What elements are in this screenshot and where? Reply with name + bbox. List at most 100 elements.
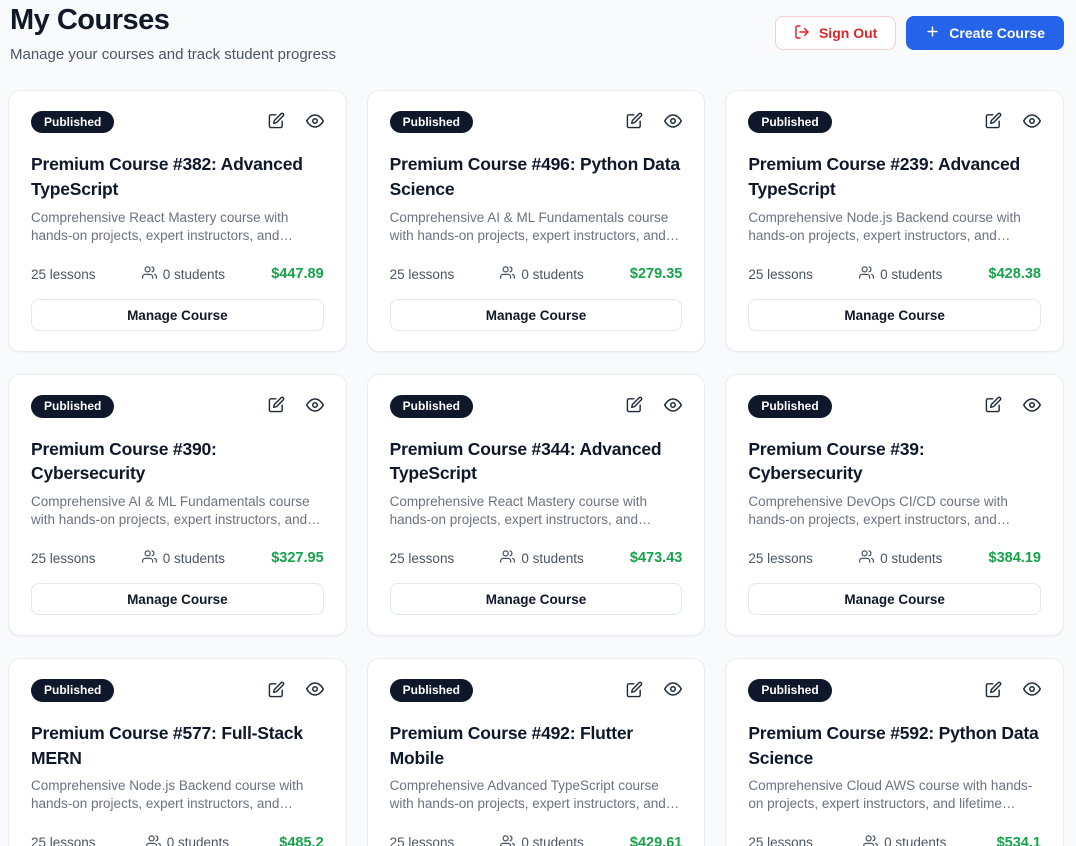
preview-course-button[interactable] xyxy=(664,396,683,417)
lessons-count: 25 lessons xyxy=(389,266,455,282)
preview-course-button[interactable] xyxy=(305,680,324,701)
card-actions xyxy=(268,112,324,133)
users-icon xyxy=(859,265,875,283)
course-description: Comprehensive Node.js Backend course wit… xyxy=(748,210,1021,243)
course-card: Published xyxy=(366,374,706,637)
card-actions xyxy=(985,396,1041,417)
students-count-label: 0 students xyxy=(884,835,947,846)
manage-course-button[interactable]: Manage Course xyxy=(389,583,683,616)
users-icon xyxy=(145,834,161,846)
course-grid: Published Premium Course #382: Advanced … xyxy=(8,90,1064,846)
course-price: $429.61 xyxy=(629,834,683,846)
card-actions xyxy=(268,680,324,701)
course-title: Premium Course #492: Flutter Mobile xyxy=(389,722,634,768)
edit-course-button[interactable] xyxy=(985,396,1002,416)
lessons-count: 25 lessons xyxy=(748,550,813,566)
manage-course-button[interactable]: Manage Course xyxy=(31,299,324,332)
students-count-label: 0 students xyxy=(880,266,943,282)
card-top-row: Published xyxy=(748,111,1041,134)
preview-course-button[interactable] xyxy=(1022,680,1041,701)
course-title: Premium Course #39: Cybersecurity xyxy=(748,438,925,484)
course-card: Published xyxy=(366,90,706,353)
status-badge: Published xyxy=(748,111,832,134)
edit-course-button[interactable] xyxy=(268,396,285,416)
course-title: Premium Course #496: Python Data Science xyxy=(389,154,680,200)
students-count-label: 0 students xyxy=(521,835,584,846)
eye-icon xyxy=(664,396,683,417)
card-actions xyxy=(985,112,1041,133)
edit-pencil-icon xyxy=(626,112,643,132)
course-card: Published xyxy=(725,90,1064,353)
status-badge: Published xyxy=(31,111,115,134)
status-badge: Published xyxy=(31,395,115,418)
edit-pencil-icon xyxy=(268,681,285,701)
course-card: Published xyxy=(725,658,1064,846)
edit-course-button[interactable] xyxy=(268,681,285,701)
course-description: Comprehensive AI & ML Fundamentals cours… xyxy=(31,494,310,527)
status-badge: Published xyxy=(389,111,473,134)
edit-course-button[interactable] xyxy=(626,396,643,416)
page-header: My Courses Manage your courses and track… xyxy=(8,4,1064,63)
card-top-row: Published xyxy=(748,395,1041,418)
edit-course-button[interactable] xyxy=(985,681,1002,701)
users-icon xyxy=(859,549,875,567)
course-title: Premium Course #577: Full-Stack MERN xyxy=(31,722,303,768)
students-count: 0 students xyxy=(141,265,225,283)
students-count: 0 students xyxy=(500,265,584,283)
course-description: Comprehensive AI & ML Fundamentals cours… xyxy=(389,210,669,243)
course-meta-row: 25 lessons 0 students $473.43 xyxy=(390,549,683,567)
lessons-count: 25 lessons xyxy=(748,835,813,846)
students-count: 0 students xyxy=(863,834,946,846)
edit-pencil-icon xyxy=(985,681,1002,701)
course-meta-row: 25 lessons 0 students $429.61 xyxy=(390,834,683,846)
sign-out-label: Sign Out xyxy=(818,25,878,41)
logout-icon xyxy=(794,24,810,43)
create-course-button[interactable]: Create Course xyxy=(906,16,1064,50)
students-count-label: 0 students xyxy=(166,835,230,846)
lessons-count: 25 lessons xyxy=(389,550,455,566)
course-meta-row: 25 lessons 0 students $384.19 xyxy=(748,549,1041,567)
preview-course-button[interactable] xyxy=(305,112,324,133)
course-price: $327.95 xyxy=(271,550,324,567)
course-card: Published xyxy=(366,658,706,846)
preview-course-button[interactable] xyxy=(664,112,683,133)
status-badge: Published xyxy=(748,679,832,702)
card-actions xyxy=(626,112,683,133)
status-badge: Published xyxy=(389,395,473,418)
manage-course-button[interactable]: Manage Course xyxy=(389,299,683,332)
preview-course-button[interactable] xyxy=(1022,112,1041,133)
courses-page: My Courses Manage your courses and track… xyxy=(0,0,1076,846)
users-icon xyxy=(500,265,516,283)
card-top-row: Published xyxy=(389,679,683,702)
eye-icon xyxy=(305,680,324,701)
eye-icon xyxy=(1022,112,1041,133)
preview-course-button[interactable] xyxy=(664,680,683,701)
card-top-row: Published xyxy=(31,111,324,134)
course-meta-row: 25 lessons 0 students $428.38 xyxy=(748,265,1041,283)
course-meta-row: 25 lessons 0 students $485.2 xyxy=(31,834,324,846)
course-meta-row: 25 lessons 0 students $447.89 xyxy=(31,265,324,283)
edit-course-button[interactable] xyxy=(268,112,285,132)
edit-course-button[interactable] xyxy=(626,681,643,701)
eye-icon xyxy=(1022,680,1041,701)
course-description: Comprehensive Cloud AWS course with hand… xyxy=(748,778,1033,811)
edit-pencil-icon xyxy=(985,396,1002,416)
students-count: 0 students xyxy=(141,549,225,567)
edit-course-button[interactable] xyxy=(985,112,1002,132)
eye-icon xyxy=(664,680,683,701)
edit-pencil-icon xyxy=(626,396,643,416)
manage-course-button[interactable]: Manage Course xyxy=(748,583,1041,616)
edit-course-button[interactable] xyxy=(626,112,643,132)
sign-out-button[interactable]: Sign Out xyxy=(774,16,897,50)
users-icon xyxy=(500,549,516,567)
course-meta-row: 25 lessons 0 students $279.35 xyxy=(390,265,683,283)
users-icon xyxy=(500,834,516,846)
manage-course-button[interactable]: Manage Course xyxy=(748,299,1041,332)
manage-course-button[interactable]: Manage Course xyxy=(31,583,324,616)
course-price: $447.89 xyxy=(271,266,324,283)
course-title: Premium Course #239: Advanced TypeScript xyxy=(748,154,1021,200)
preview-course-button[interactable] xyxy=(1022,396,1041,417)
course-price: $485.2 xyxy=(279,834,324,846)
preview-course-button[interactable] xyxy=(305,396,324,417)
eye-icon xyxy=(305,112,324,133)
